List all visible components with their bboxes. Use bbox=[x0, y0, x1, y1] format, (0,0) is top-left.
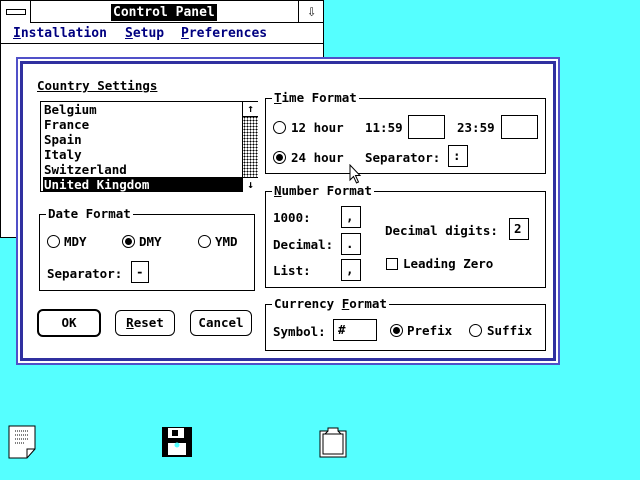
list-item[interactable]: Switzerland bbox=[43, 162, 242, 177]
number-format-group: Number Format 1000: , Decimal: . List: ,… bbox=[265, 183, 546, 288]
radio-dmy-label: DMY bbox=[139, 234, 162, 249]
radio-mdy-label: MDY bbox=[64, 234, 87, 249]
time-separator-field[interactable]: : bbox=[448, 145, 468, 167]
decimal-field[interactable]: . bbox=[341, 233, 361, 255]
list-item[interactable]: Belgium bbox=[43, 102, 242, 117]
country-settings-dialog: Country Settings Belgium France Spain It… bbox=[16, 57, 560, 365]
mouse-cursor-icon bbox=[349, 164, 362, 184]
list-item-selected[interactable]: United Kingdom bbox=[43, 177, 242, 192]
maximize-button[interactable]: ⇩ bbox=[298, 1, 324, 23]
time-format-group: Time Format 12 hour 11:59 23:59 24 hour … bbox=[265, 90, 546, 174]
symbol-label: Symbol: bbox=[273, 324, 326, 339]
menu-bar: Installation Setup Preferences bbox=[1, 24, 323, 44]
list-item[interactable]: Spain bbox=[43, 132, 242, 147]
radio-24-hour[interactable] bbox=[273, 151, 286, 164]
country-listbox[interactable]: Belgium France Spain Italy Switzerland U… bbox=[40, 101, 258, 192]
radio-dmy[interactable] bbox=[122, 235, 135, 248]
thousand-label: 1000: bbox=[273, 210, 311, 225]
list-item[interactable]: Italy bbox=[43, 147, 242, 162]
menu-setup[interactable]: Setup bbox=[125, 26, 164, 41]
dialog-title: Country Settings bbox=[37, 78, 158, 93]
radio-suffix[interactable] bbox=[469, 324, 482, 337]
cancel-button[interactable]: Cancel bbox=[190, 310, 252, 336]
date-format-title: Date Format bbox=[46, 206, 133, 221]
scroll-up-arrow-icon[interactable]: ↑ bbox=[243, 102, 258, 117]
time-format-title: Time Format bbox=[272, 90, 359, 105]
radio-12-hour[interactable] bbox=[273, 121, 286, 134]
radio-ymd[interactable] bbox=[198, 235, 211, 248]
list-item[interactable]: France bbox=[43, 117, 242, 132]
pm-field[interactable] bbox=[501, 115, 538, 139]
leading-zero-checkbox[interactable] bbox=[386, 258, 398, 270]
decimal-digits-label: Decimal digits: bbox=[385, 223, 498, 238]
window-title: Control Panel bbox=[111, 4, 217, 21]
date-separator-field[interactable]: - bbox=[131, 261, 149, 283]
list-label: List: bbox=[273, 263, 311, 278]
am-label: 11:59 bbox=[365, 120, 403, 135]
decimal-label: Decimal: bbox=[273, 237, 334, 252]
radio-mdy[interactable] bbox=[47, 235, 60, 248]
pm-label: 23:59 bbox=[457, 120, 495, 135]
am-field[interactable] bbox=[408, 115, 445, 139]
radio-24-hour-label: 24 hour bbox=[291, 150, 344, 165]
currency-format-group: Currency Format Symbol: # Prefix Suffix bbox=[265, 296, 546, 351]
list-scrollbar[interactable]: ↑ ↓ bbox=[242, 102, 258, 192]
menu-preferences[interactable]: Preferences bbox=[181, 26, 267, 41]
disk-icon[interactable] bbox=[161, 426, 193, 458]
radio-ymd-label: YMD bbox=[215, 234, 238, 249]
currency-format-title: Currency Format bbox=[272, 296, 389, 311]
radio-suffix-label: Suffix bbox=[487, 323, 533, 338]
radio-12-hour-label: 12 hour bbox=[291, 120, 344, 135]
time-separator-label: Separator: bbox=[365, 150, 441, 165]
system-menu-icon bbox=[6, 9, 26, 15]
currency-symbol-field[interactable]: # bbox=[333, 319, 377, 341]
menu-installation[interactable]: Installation bbox=[13, 26, 107, 41]
thousand-field[interactable]: , bbox=[341, 206, 361, 228]
system-menu-button[interactable] bbox=[1, 1, 31, 23]
clipboard-icon[interactable] bbox=[317, 426, 349, 458]
date-format-group: Date Format MDY DMY YMD Separator: - bbox=[39, 206, 255, 291]
list-field[interactable]: , bbox=[341, 259, 361, 281]
title-bar[interactable]: Control Panel ⇩ bbox=[1, 1, 323, 23]
decimal-digits-field[interactable]: 2 bbox=[509, 218, 529, 240]
leading-zero-label: Leading Zero bbox=[403, 256, 494, 271]
date-separator-label: Separator: bbox=[47, 266, 123, 281]
scroll-down-arrow-icon[interactable]: ↓ bbox=[243, 177, 258, 192]
ok-button[interactable]: OK bbox=[37, 309, 101, 337]
reset-button[interactable]: Reset bbox=[115, 310, 175, 336]
radio-prefix-label: Prefix bbox=[407, 323, 453, 338]
scroll-track[interactable] bbox=[243, 116, 258, 177]
document-icon[interactable] bbox=[8, 425, 36, 459]
radio-prefix[interactable] bbox=[390, 324, 403, 337]
